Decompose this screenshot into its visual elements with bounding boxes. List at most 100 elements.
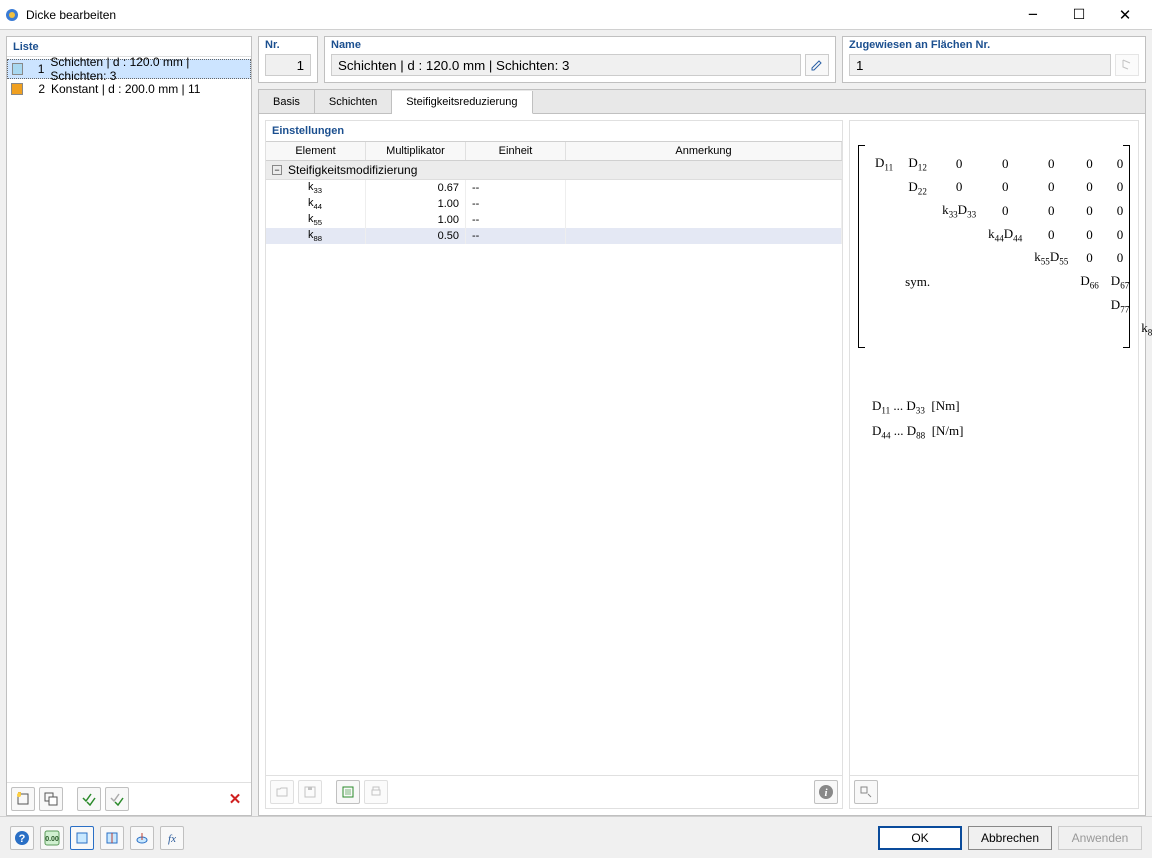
name-label: Name: [331, 39, 829, 51]
item-number: 2: [29, 82, 45, 96]
list-panel: Liste 1 Schichten | d : 120.0 mm | Schic…: [6, 36, 252, 816]
decimals-button[interactable]: 0.00: [40, 826, 64, 850]
check-all-button[interactable]: [77, 787, 101, 811]
titlebar: Dicke bearbeiten − ☐ ✕: [0, 0, 1152, 30]
edit-name-button[interactable]: [805, 54, 829, 76]
field-group-name: Name: [324, 36, 836, 83]
new-item-button[interactable]: [11, 787, 35, 811]
nr-label: Nr.: [265, 39, 311, 51]
col-note: Anmerkung: [566, 142, 842, 160]
mode-1-button[interactable]: [70, 826, 94, 850]
field-group-assigned: Zugewiesen an Flächen Nr.: [842, 36, 1146, 83]
delete-button[interactable]: ✕: [223, 787, 247, 811]
item-text: Schichten | d : 120.0 mm | Schichten: 3: [50, 57, 246, 83]
close-button[interactable]: ✕: [1102, 0, 1148, 30]
help-button[interactable]: ?: [10, 826, 34, 850]
cell-unit: --: [466, 180, 566, 196]
window-title: Dicke bearbeiten: [26, 8, 1010, 22]
item-text: Konstant | d : 200.0 mm | 11: [51, 82, 200, 96]
top-fields: Nr. Name Zugewiesen an Flächen Nr.: [258, 36, 1146, 83]
uncheck-all-button[interactable]: [105, 787, 129, 811]
item-number: 1: [29, 62, 44, 76]
cell-note: [566, 196, 842, 212]
cell-unit: --: [466, 212, 566, 228]
main-area: Liste 1 Schichten | d : 120.0 mm | Schic…: [0, 30, 1152, 816]
settings-toolbar: i: [266, 775, 842, 808]
group-label: Steifigkeitsmodifizierung: [288, 163, 417, 177]
cell-note: [566, 212, 842, 228]
maximize-button[interactable]: ☐: [1056, 0, 1102, 30]
preview-panel: D11D12000000 D22000000 k33D3300000 k44D4…: [849, 120, 1139, 809]
apply-button[interactable]: Anwenden: [1058, 826, 1142, 850]
tab-body: Einstellungen Element Multiplikator Einh…: [259, 114, 1145, 815]
cell-mult: 1.00: [366, 196, 466, 212]
bottom-bar: ? 0.00 fx OK Abbrechen Anwenden: [0, 816, 1152, 858]
print-button[interactable]: [364, 780, 388, 804]
export-button[interactable]: [336, 780, 360, 804]
list-content: 1 Schichten | d : 120.0 mm | Schichten: …: [7, 57, 251, 782]
cell-unit: --: [466, 228, 566, 244]
units-line-1: D11 ... D33 [Nm]: [872, 398, 1130, 416]
right-area: Nr. Name Zugewiesen an Flächen Nr.: [258, 36, 1146, 816]
cell-element: k33: [308, 181, 322, 195]
units-block: D11 ... D33 [Nm] D44 ... D88 [N/m]: [858, 398, 1130, 441]
collapse-icon[interactable]: −: [272, 165, 282, 175]
settings-header: Einstellungen: [266, 121, 842, 141]
settings-panel: Einstellungen Element Multiplikator Einh…: [265, 120, 843, 809]
grid-body: − Steifigkeitsmodifizierung k33 0.67 -- …: [266, 161, 842, 775]
grid-header: Element Multiplikator Einheit Anmerkung: [266, 141, 842, 161]
cell-mult: 1.00: [366, 212, 466, 228]
cell-note: [566, 228, 842, 244]
table-row[interactable]: k55 1.00 --: [266, 212, 842, 228]
units-line-2: D44 ... D88 [N/m]: [872, 423, 1130, 441]
cell-note: [566, 180, 842, 196]
minimize-button[interactable]: −: [1010, 0, 1056, 30]
cell-mult: 0.50: [366, 228, 466, 244]
cell-element: k88: [308, 229, 322, 243]
save-button[interactable]: [298, 780, 322, 804]
ok-button[interactable]: OK: [878, 826, 962, 850]
col-element: Element: [266, 142, 366, 160]
stiffness-matrix: D11D12000000 D22000000 k33D3300000 k44D4…: [858, 145, 1130, 348]
info-button[interactable]: i: [814, 780, 838, 804]
nr-input[interactable]: [265, 54, 311, 76]
list-header: Liste: [7, 37, 251, 57]
tab-strip: Basis Schichten Steifigkeitsreduzierung: [259, 90, 1145, 114]
cancel-button[interactable]: Abbrechen: [968, 826, 1052, 850]
list-item[interactable]: 1 Schichten | d : 120.0 mm | Schichten: …: [7, 59, 251, 79]
field-group-nr: Nr.: [258, 36, 318, 83]
app-icon: [4, 7, 20, 23]
table-row[interactable]: k88 0.50 --: [266, 228, 842, 244]
color-swatch: [12, 63, 23, 75]
tab-steifigkeit[interactable]: Steifigkeitsreduzierung: [392, 91, 532, 114]
assigned-label: Zugewiesen an Flächen Nr.: [849, 39, 1139, 51]
cell-element: k55: [308, 213, 322, 227]
matrix-area: D11D12000000 D22000000 k33D3300000 k44D4…: [850, 121, 1138, 775]
window-controls: − ☐ ✕: [1010, 0, 1148, 30]
svg-text:?: ?: [19, 833, 26, 845]
pick-surfaces-button[interactable]: [1115, 54, 1139, 76]
mode-2-button[interactable]: [100, 826, 124, 850]
tab-basis[interactable]: Basis: [259, 90, 315, 113]
svg-text:0.00: 0.00: [45, 836, 59, 843]
table-row[interactable]: k33 0.67 --: [266, 180, 842, 196]
preview-settings-button[interactable]: [854, 780, 878, 804]
svg-text:fx: fx: [168, 833, 176, 845]
preview-toolbar: [850, 775, 1138, 808]
group-row[interactable]: − Steifigkeitsmodifizierung: [266, 161, 842, 180]
table-row[interactable]: k44 1.00 --: [266, 196, 842, 212]
col-mult: Multiplikator: [366, 142, 466, 160]
color-swatch: [11, 83, 23, 95]
cell-unit: --: [466, 196, 566, 212]
col-unit: Einheit: [466, 142, 566, 160]
name-input[interactable]: [331, 54, 801, 76]
tab-schichten[interactable]: Schichten: [315, 90, 392, 113]
mode-3-button[interactable]: [130, 826, 154, 850]
copy-item-button[interactable]: [39, 787, 63, 811]
open-button[interactable]: [270, 780, 294, 804]
function-button[interactable]: fx: [160, 826, 184, 850]
cell-mult: 0.67: [366, 180, 466, 196]
list-toolbar: ✕: [7, 782, 251, 815]
assigned-input[interactable]: [849, 54, 1111, 76]
tabs-container: Basis Schichten Steifigkeitsreduzierung …: [258, 89, 1146, 816]
